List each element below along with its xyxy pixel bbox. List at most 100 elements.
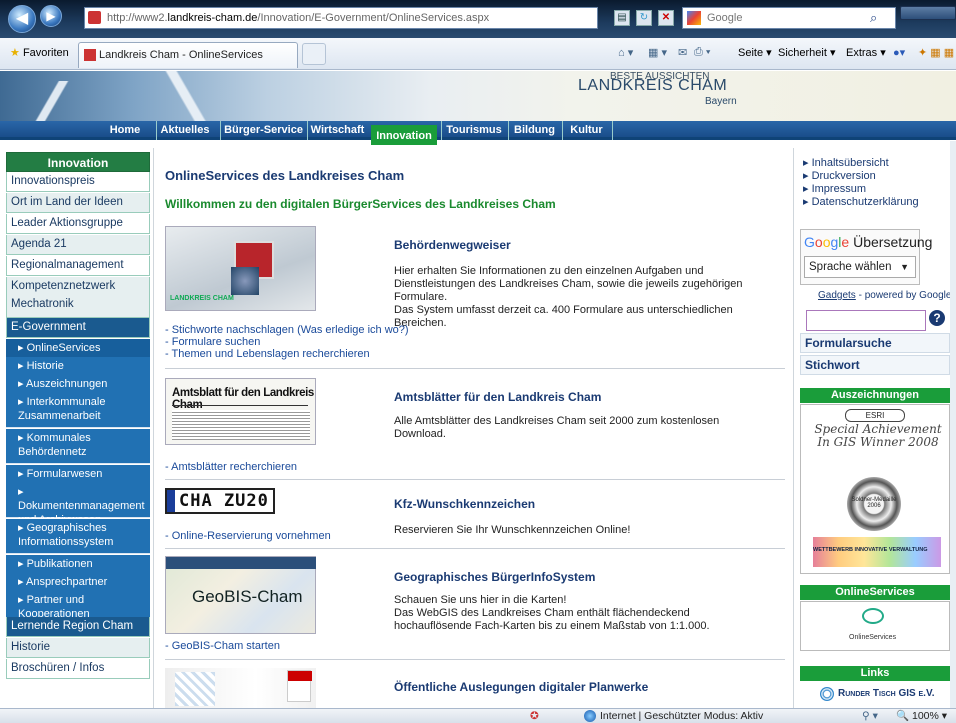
nav-tourismus[interactable]: Tourismus	[441, 121, 506, 140]
left-nav-header: Innovation	[6, 152, 150, 172]
section-title[interactable]: Amtsblätter für den Landkreis Cham	[394, 390, 601, 404]
google-translate-title: Google Übersetzung	[804, 234, 933, 250]
left-nav-item[interactable]: Regionalmanagement	[6, 256, 150, 276]
section-title[interactable]: Öffentliche Auslegungen digitaler Planwe…	[394, 680, 648, 694]
section-title[interactable]: Geographisches BürgerInfoSystem	[394, 570, 595, 584]
left-subnav-label: OnlineServices	[26, 342, 101, 354]
soldner-medal[interactable]: Soldner-Medaille 2006	[847, 477, 901, 531]
right-link[interactable]: ▸ Inhaltsübersicht	[803, 157, 889, 170]
search-help-icon[interactable]: ?	[929, 310, 945, 326]
content-link[interactable]: - Amtsblätter recherchieren	[165, 461, 297, 474]
translate-title-text: Übersetzung	[853, 234, 933, 250]
geobis-image[interactable]: GeoBIS-Cham	[165, 556, 316, 634]
mail-icon[interactable]: ✉	[678, 46, 687, 59]
right-link[interactable]: ▸ Impressum	[803, 183, 866, 196]
back-button[interactable]: ◀	[8, 5, 36, 33]
pdf-icon	[287, 670, 312, 702]
section-title[interactable]: Kfz-Wunschkennzeichen	[394, 497, 535, 511]
zoom-level[interactable]: 🔍 100% ▾	[896, 709, 947, 723]
left-subnav-item[interactable]: ▸ Formularwesen	[6, 465, 150, 484]
page-scrollbar[interactable]	[950, 141, 956, 708]
behoerdenwegweiser-image[interactable]: LANDKREIS CHAM	[165, 226, 316, 311]
stichwort-button[interactable]: Stichwort	[800, 355, 950, 375]
left-subnav-item[interactable]: ▸ Interkommunale Zusammenarbeit	[6, 393, 150, 428]
soldner-medal-text: Soldner-Medaille 2006	[851, 497, 897, 509]
help-icon[interactable]: ●▾	[893, 46, 905, 59]
left-subnav-item[interactable]: ▸ Publikationen	[6, 555, 150, 574]
formularsuche-button[interactable]: Formularsuche	[800, 333, 950, 353]
license-plate-image[interactable]: CHA ZU20	[165, 488, 275, 514]
compat-view-icon[interactable]: ▤	[614, 10, 630, 26]
right-link[interactable]: ▸ Druckversion	[803, 170, 876, 183]
amtsblatt-image[interactable]: Amtsblatt für den Landkreis Cham	[165, 378, 316, 445]
left-subnav-item[interactable]: ▸ Dokumentenmanagement und Archivwesen	[6, 483, 150, 526]
left-subnav-item[interactable]: ▸ Auszeichnungen	[6, 375, 150, 394]
left-nav-item[interactable]: Agenda 21	[6, 235, 150, 255]
nav-buerger-service[interactable]: Bürger-Service	[220, 121, 306, 140]
content-link[interactable]: - Online-Reservierung vornehmen	[165, 530, 331, 543]
section-title[interactable]: Behördenwegweiser	[394, 238, 511, 252]
home-icon[interactable]: ⌂ ▾	[618, 46, 633, 59]
left-subnav-item[interactable]: ▸ Historie	[6, 357, 150, 376]
section-text: Reservieren Sie Ihr Wunschkennzeichen On…	[394, 524, 631, 536]
awards-header: Auszeichnungen	[800, 388, 950, 403]
left-nav-item[interactable]: Lernende Region Cham	[6, 617, 150, 637]
refresh-icon[interactable]: ↻	[636, 10, 652, 26]
site-logo-text[interactable]: LANDKREIS CHAM	[578, 77, 727, 95]
left-nav-item[interactable]: Ort im Land der Ideen	[6, 193, 150, 213]
content-link[interactable]: - GeoBIS-Cham starten	[165, 640, 280, 653]
browser-tab[interactable]: Landkreis Cham - OnlineServices	[78, 42, 298, 68]
runder-tisch-link[interactable]: Runder Tisch GIS e.V.	[838, 688, 934, 699]
left-subnav-label: Kommunales Behördennetz	[18, 432, 91, 458]
page-menu[interactable]: Seite ▾	[738, 46, 772, 59]
extras-menu[interactable]: Extras ▾	[846, 46, 886, 59]
nav-wirtschaft[interactable]: Wirtschaft	[307, 121, 367, 140]
content-link[interactable]: - Themen und Lebenslagen recherchieren	[165, 348, 370, 361]
protected-mode-icon[interactable]: ⚲ ▾	[862, 709, 878, 723]
planwerke-image[interactable]	[165, 668, 316, 708]
left-subnav-item-active[interactable]: ▸ OnlineServices	[6, 339, 150, 358]
banner-region: Bayern	[705, 96, 737, 107]
nav-kultur[interactable]: Kultur	[562, 121, 610, 140]
addon-icon[interactable]: ✦ ▦ ▦	[918, 46, 954, 59]
plate-text: CHA ZU20	[179, 491, 269, 511]
new-tab-button[interactable]	[302, 43, 326, 65]
favorites-button[interactable]: ★ Favoriten	[10, 46, 69, 59]
left-subnav-label: Historie	[26, 360, 64, 372]
main-nav: Home Aktuelles Bürger-Service Wirtschaft…	[0, 121, 956, 140]
favorites-bar: ★ Favoriten Landkreis Cham - OnlineServi…	[0, 38, 956, 70]
forward-button[interactable]: ▶	[40, 5, 62, 27]
plan-thumbnail	[175, 672, 215, 706]
security-menu[interactable]: Sicherheit ▾	[778, 46, 836, 59]
search-icon[interactable]: ⌕	[870, 10, 877, 26]
window-controls[interactable]	[900, 6, 956, 20]
nav-innovation[interactable]: Innovation	[371, 125, 437, 145]
left-subnav-item[interactable]: ▸ Kommunales Behördennetz	[6, 429, 150, 464]
left-nav-item[interactable]: Leader Aktionsgruppe	[6, 214, 150, 234]
stop-icon[interactable]: ✕	[658, 10, 674, 26]
nav-home[interactable]: Home	[105, 121, 145, 140]
left-nav-item[interactable]: Innovationspreis	[6, 172, 150, 192]
left-nav-item-active[interactable]: E-Government	[6, 318, 150, 338]
gadgets-link[interactable]: Gadgets	[818, 290, 856, 301]
left-subnav-item[interactable]: ▸ Geographisches Informationssystem	[6, 519, 150, 554]
tab-favicon-icon	[84, 49, 96, 61]
address-bar[interactable]: http://www2.landkreis-cham.de/Innovation…	[84, 7, 598, 29]
search-input[interactable]: Google	[682, 7, 896, 29]
links-box: Runder Tisch GIS e.V.	[800, 683, 950, 708]
left-nav-item[interactable]: Historie	[6, 638, 150, 658]
star-icon: ★	[10, 47, 20, 59]
esri-award[interactable]: Special Achievement In GIS Winner 2008	[813, 423, 943, 449]
wettbewerb-text: WETTBEWERB INNOVATIVE VERWALTUNG	[813, 547, 928, 553]
nav-bildung[interactable]: Bildung	[508, 121, 560, 140]
left-nav-item[interactable]: Kompetenznetzwerk Mechatronik	[6, 277, 150, 318]
print-icon[interactable]: ⎙ ▾	[694, 46, 710, 59]
left-nav-item[interactable]: Broschüren / Infos	[6, 659, 150, 679]
right-link[interactable]: ▸ Datenschutzerklärung	[803, 196, 919, 209]
onlineservices-box[interactable]: OnlineServices	[800, 601, 950, 651]
site-search-input[interactable]	[806, 310, 926, 331]
feeds-icon[interactable]: ▦ ▾	[648, 46, 667, 59]
nav-aktuelles[interactable]: Aktuelles	[156, 121, 213, 140]
language-select[interactable]: Sprache wählen ▼	[804, 256, 916, 278]
left-subnav-item[interactable]: ▸ Ansprechpartner	[6, 573, 150, 592]
